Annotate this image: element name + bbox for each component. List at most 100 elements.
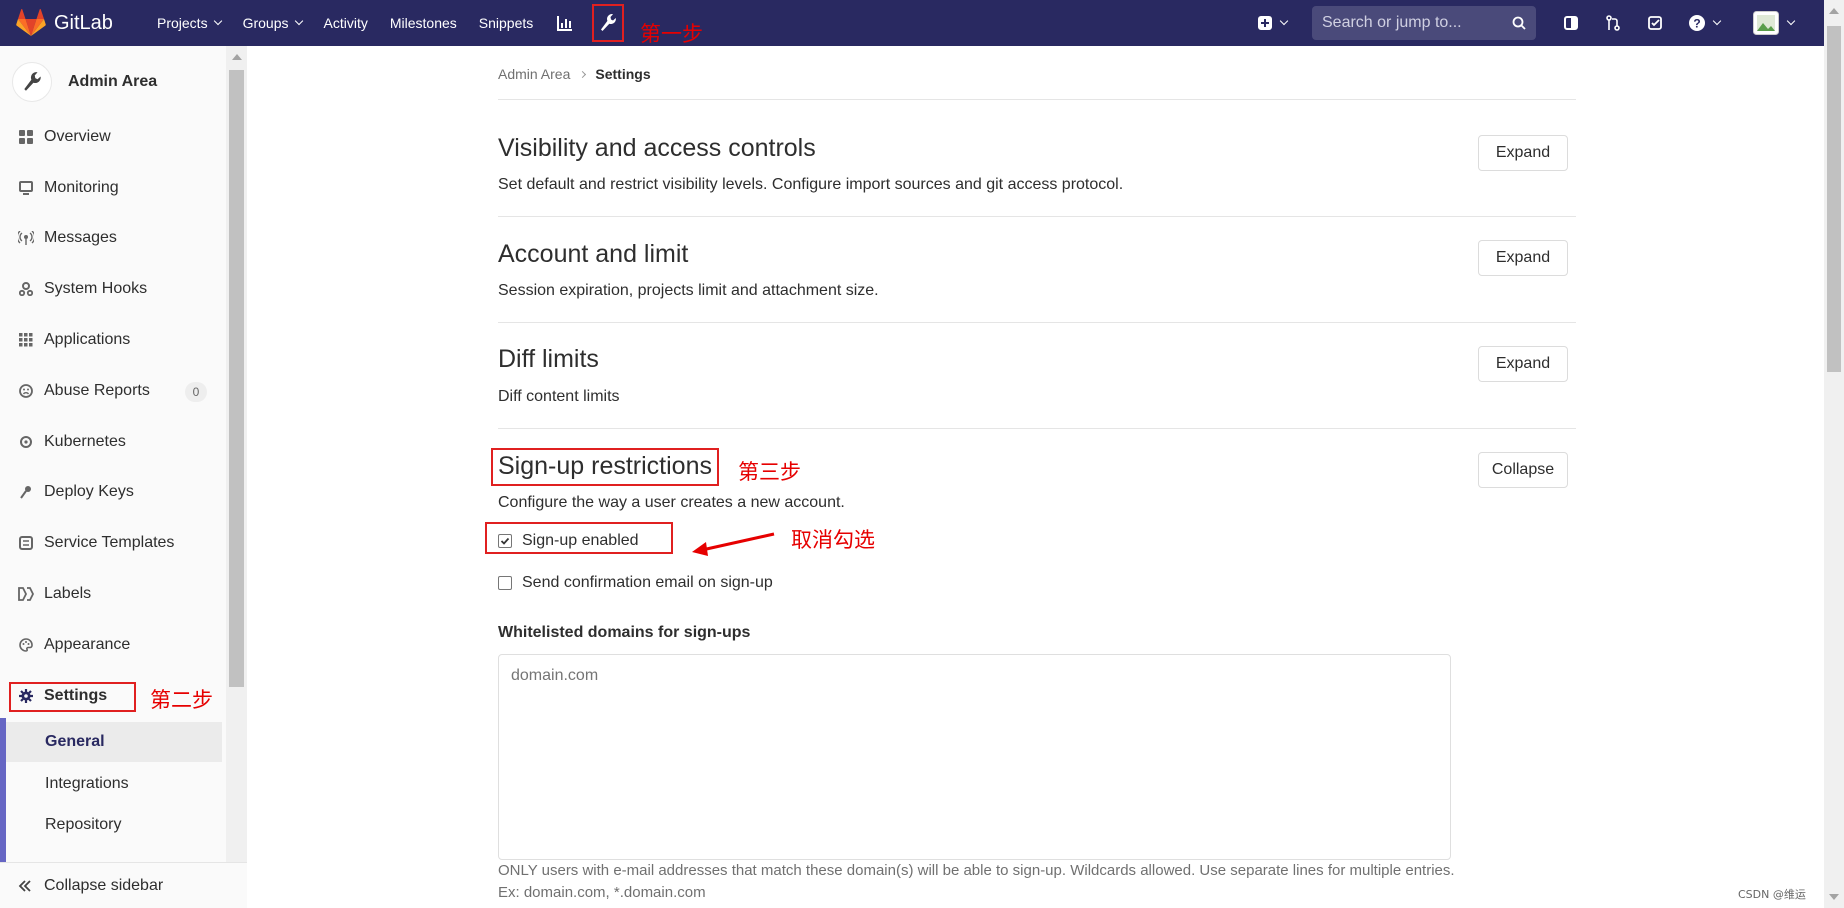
sidebar-item-label: Monitoring <box>44 179 119 196</box>
abuse-icon <box>18 383 34 399</box>
sidebar-item-service-templates[interactable]: Service Templates <box>18 534 174 552</box>
new-dropdown[interactable] <box>1254 10 1290 36</box>
admin-wrench-icon <box>601 14 617 31</box>
chevron-down-icon <box>1279 16 1288 26</box>
sidebar-item-kubernetes[interactable]: Kubernetes <box>18 433 126 451</box>
expand-diff-limits-button[interactable]: Expand <box>1478 346 1568 382</box>
nav-snippets[interactable]: Snippets <box>468 0 544 46</box>
chart-icon[interactable] <box>552 10 578 36</box>
apps-grid-icon <box>18 332 34 348</box>
sidebar-item-monitoring[interactable]: Monitoring <box>18 179 119 197</box>
avatar <box>1752 11 1779 35</box>
help-icon: ? <box>1688 15 1705 31</box>
sidebar-item-applications[interactable]: Applications <box>18 331 130 349</box>
send-confirmation-checkbox-row[interactable]: Send confirmation email on sign-up <box>498 574 773 592</box>
annotation-step3: 第三步 <box>738 460 801 484</box>
kubernetes-icon <box>18 434 34 450</box>
section-desc-signup-restrictions: Configure the way a user creates a new a… <box>498 494 845 511</box>
nav-projects[interactable]: Projects <box>146 0 232 46</box>
scroll-down-arrow-icon[interactable] <box>1829 894 1839 900</box>
sidebar-scrollbar[interactable] <box>226 46 247 866</box>
sidebar-context-title: Admin Area <box>68 73 158 90</box>
breadcrumb-current: Settings <box>595 66 651 82</box>
annotation-box-signup-enabled <box>485 522 673 554</box>
sub-item-highlight <box>6 722 222 762</box>
sidebar-item-abuse-reports[interactable]: Abuse Reports <box>18 382 150 400</box>
sidebar-context-header[interactable]: Admin Area <box>12 62 157 102</box>
page-scrollbar[interactable] <box>1824 0 1844 908</box>
collapse-signup-button[interactable]: Collapse <box>1478 452 1568 488</box>
hook-icon <box>18 281 34 297</box>
sidebar-item-labels[interactable]: Labels <box>18 585 91 603</box>
section-desc-visibility: Set default and restrict visibility leve… <box>498 176 1124 193</box>
section-title-account-limit: Account and limit <box>498 240 689 268</box>
divider <box>498 322 1576 323</box>
abuse-reports-count-badge: 0 <box>185 382 207 402</box>
sidebar-item-label: Service Templates <box>44 534 175 551</box>
user-menu[interactable] <box>1750 10 1796 36</box>
section-title-diff-limits: Diff limits <box>498 345 599 373</box>
chevron-down-icon <box>1712 16 1721 26</box>
sidebar-item-system-hooks[interactable]: System Hooks <box>18 280 147 298</box>
sidebar-item-overview[interactable]: Overview <box>18 128 111 146</box>
key-icon <box>18 484 34 500</box>
annotation-arrow-icon <box>692 532 775 556</box>
sidebar-item-appearance[interactable]: Appearance <box>18 636 130 654</box>
sidebar-item-label: Kubernetes <box>44 433 126 450</box>
search-icon <box>1512 16 1526 30</box>
nav-milestones[interactable]: Milestones <box>379 0 468 46</box>
watermark: CSDN @维运 <box>1738 888 1806 901</box>
nav-activity-label: Activity <box>323 15 368 31</box>
overview-icon <box>18 129 34 145</box>
send-confirmation-label: Send confirmation email on sign-up <box>522 574 773 591</box>
todo-check-icon[interactable] <box>1642 10 1668 36</box>
expand-visibility-button[interactable]: Expand <box>1478 135 1568 171</box>
annotation-step1: 第一步 <box>640 22 703 46</box>
brand-name: GitLab <box>54 11 113 34</box>
search-input[interactable] <box>1322 14 1512 32</box>
section-desc-diff-limits: Diff content limits <box>498 388 620 405</box>
palette-icon <box>18 637 34 653</box>
page-scroll-thumb[interactable] <box>1827 26 1841 372</box>
sidebar-icon[interactable] <box>1558 10 1584 36</box>
scroll-up-arrow-icon[interactable] <box>232 54 242 60</box>
collapse-sidebar-button[interactable]: Collapse sidebar <box>0 862 247 908</box>
help-dropdown[interactable]: ? <box>1684 10 1724 36</box>
admin-sidebar: Admin Area Overview Monitoring Messages … <box>0 46 247 908</box>
merge-request-icon[interactable] <box>1600 10 1626 36</box>
sidebar-item-label: Messages <box>44 229 117 246</box>
scroll-up-arrow-icon[interactable] <box>1829 8 1839 14</box>
divider <box>498 216 1576 217</box>
gitlab-home-link[interactable]: GitLab <box>16 9 132 37</box>
sidebar-subitem-general[interactable]: General <box>45 733 105 751</box>
sidebar-subitem-integrations[interactable]: Integrations <box>45 775 129 793</box>
expand-account-limit-button[interactable]: Expand <box>1478 240 1568 276</box>
breadcrumb: Admin Area Settings <box>498 66 651 82</box>
nav-groups[interactable]: Groups <box>232 0 313 46</box>
sidebar-subitem-repository[interactable]: Repository <box>45 816 121 834</box>
sidebar-item-messages[interactable]: Messages <box>18 229 117 247</box>
broadcast-icon <box>18 230 34 246</box>
admin-area-button[interactable] <box>592 4 625 42</box>
search-box[interactable] <box>1312 6 1536 40</box>
section-desc-account-limit: Session expiration, projects limit and a… <box>498 282 879 299</box>
chevron-down-icon <box>294 16 303 26</box>
send-confirmation-checkbox[interactable] <box>498 576 512 590</box>
whitelist-domains-label: Whitelisted domains for sign-ups <box>498 624 751 641</box>
collapse-sidebar-label: Collapse sidebar <box>44 876 164 894</box>
sidebar-item-label: Labels <box>44 585 92 602</box>
sidebar-item-label: System Hooks <box>44 280 148 297</box>
sidebar-scroll-thumb[interactable] <box>229 70 244 687</box>
nav-snippets-label: Snippets <box>478 15 534 31</box>
nav-activity[interactable]: Activity <box>313 0 379 46</box>
sidebar-item-label: Applications <box>44 331 131 348</box>
plus-square-icon <box>1257 16 1272 30</box>
sidebar-item-deploy-keys[interactable]: Deploy Keys <box>18 483 134 501</box>
nav-projects-label: Projects <box>157 15 208 31</box>
breadcrumb-parent[interactable]: Admin Area <box>498 66 570 82</box>
nav-milestones-label: Milestones <box>389 15 457 31</box>
whitelist-domains-textarea[interactable] <box>498 654 1451 860</box>
sidebar-item-label: Deploy Keys <box>44 483 134 500</box>
monitor-icon <box>18 180 34 196</box>
admin-wrench-icon <box>24 72 41 91</box>
